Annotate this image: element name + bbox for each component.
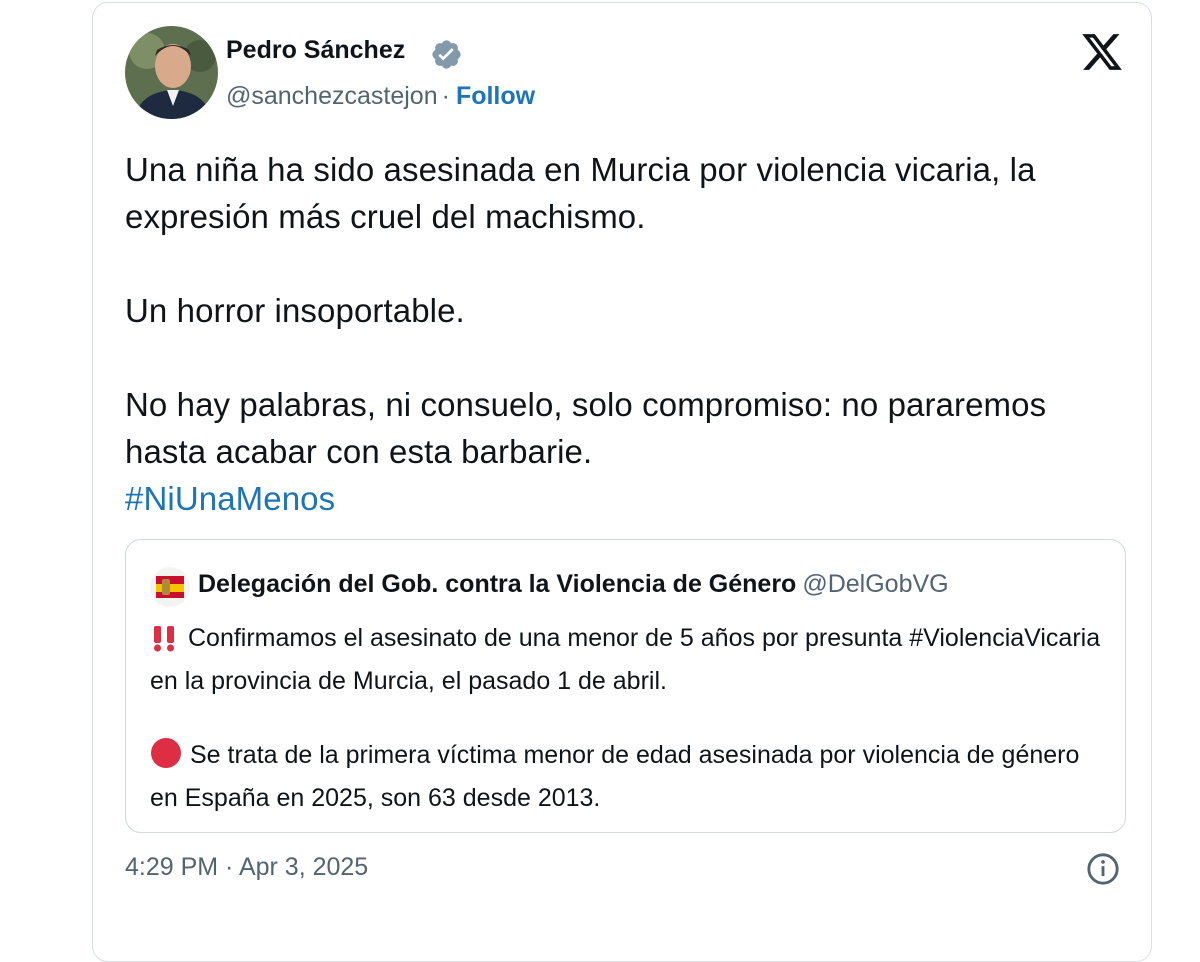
author-handle[interactable]: @sanchezcastejon <box>226 82 438 110</box>
x-logo-icon[interactable] <box>1080 30 1124 74</box>
quote-paragraph-1: Confirmamos el asesinato de una menor de… <box>150 624 1101 695</box>
follow-button[interactable]: Follow <box>456 82 535 110</box>
tweet-card: Pedro Sánchez @sanchezcastejon · Follow Un… <box>92 2 1152 962</box>
tweet-paragraph-3: No hay palabras, ni consuelo, solo compr… <box>125 386 1047 470</box>
tweet-paragraph-2: Un horror insoportable. <box>125 292 465 329</box>
quoted-tweet[interactable]: Delegación del Gob. contra la Violencia … <box>125 539 1126 833</box>
quote-author-avatar <box>150 567 190 607</box>
author-name[interactable]: Pedro Sánchez <box>226 36 405 65</box>
info-icon[interactable] <box>1086 852 1120 886</box>
quote-author-handle: @DelGobVG <box>802 570 949 598</box>
tweet-text: Una niña ha sido asesinada en Murcia por… <box>125 146 1085 522</box>
quote-body: Confirmamos el asesinato de una menor de… <box>150 620 1110 817</box>
quote-paragraph-2: Se trata de la primera víctima menor de … <box>150 741 1080 812</box>
double-exclamation-icon <box>150 624 180 663</box>
verified-badge-icon <box>430 38 463 71</box>
author-avatar[interactable] <box>125 26 218 119</box>
tweet-timestamp[interactable]: 4:29 PM · Apr 3, 2025 <box>125 853 368 882</box>
tweet-paragraph-1: Una niña ha sido asesinada en Murcia por… <box>125 151 1036 235</box>
hashtag-link[interactable]: #NiUnaMenos <box>125 480 335 517</box>
quote-author-name: Delegación del Gob. contra la Violencia … <box>198 570 797 598</box>
handle-separator: · <box>441 82 450 110</box>
quote-header: Delegación del Gob. contra la Violencia … <box>198 570 949 599</box>
handle-row: @sanchezcastejon · Follow <box>226 82 535 111</box>
red-circle-icon <box>150 737 182 780</box>
